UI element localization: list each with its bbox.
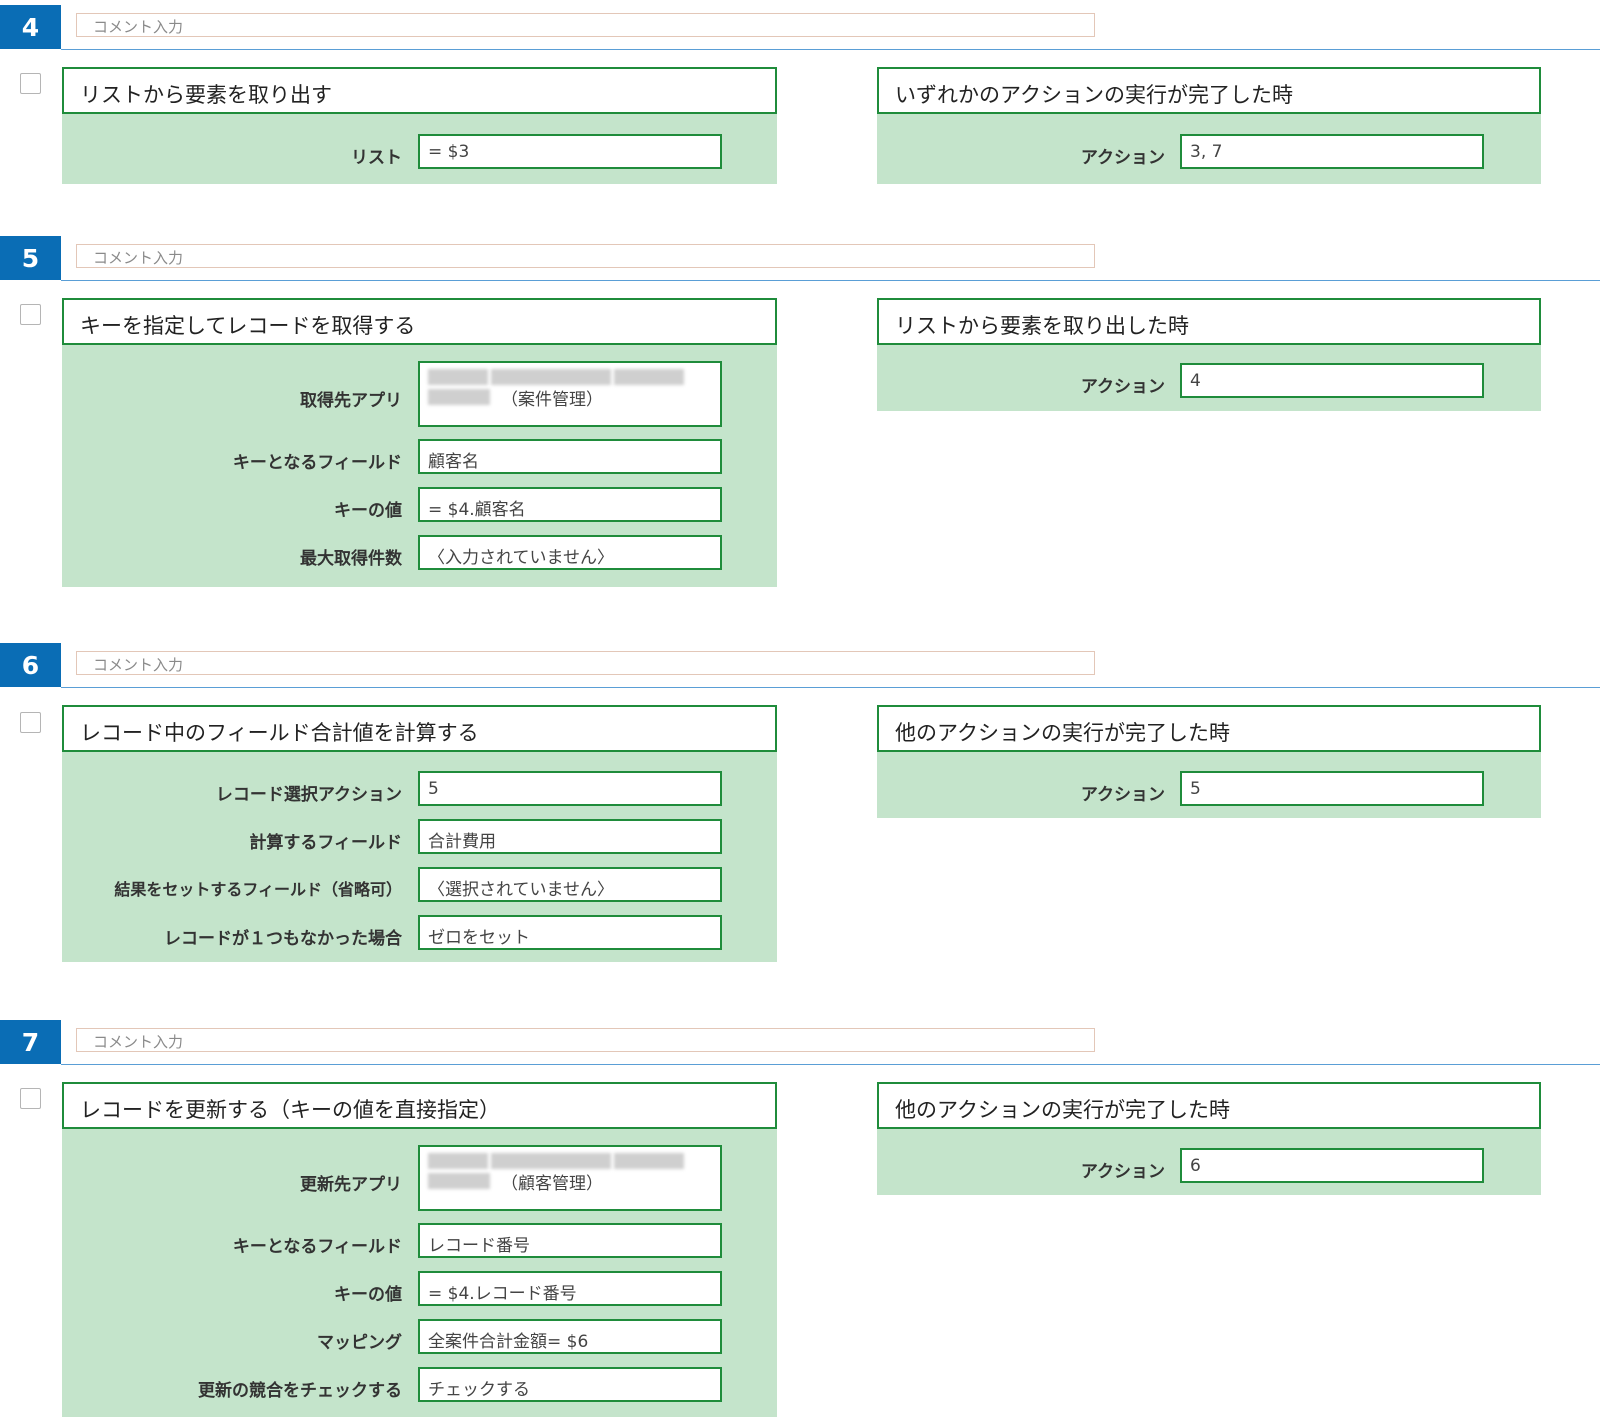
field-label: キーとなるフィールド xyxy=(232,453,402,473)
field-label: マッピング xyxy=(317,1333,402,1353)
comment-input[interactable]: コメント入力 xyxy=(76,1028,1095,1052)
field-label: 更新先アプリ xyxy=(300,1175,402,1195)
trigger-title[interactable]: 他のアクションの実行が完了した時 xyxy=(877,1082,1541,1129)
conflict-check-field[interactable]: チェックする xyxy=(418,1367,722,1402)
result-field[interactable]: 〈選択されていません〉 xyxy=(418,867,722,902)
step-checkbox[interactable] xyxy=(20,73,41,94)
step-number: 5 xyxy=(0,236,61,280)
field-label: アクション xyxy=(1080,377,1165,397)
field-label: キーの値 xyxy=(334,501,402,521)
action-field[interactable]: 5 xyxy=(1180,771,1484,806)
blurred-app-id: （案件管理） xyxy=(428,387,720,410)
key-field[interactable]: レコード番号 xyxy=(418,1223,722,1258)
action-panel: リストから要素を取り出す リスト = $3 xyxy=(62,67,777,184)
divider xyxy=(61,49,1600,50)
field-label: 結果をセットするフィールド（省略可） xyxy=(114,880,402,899)
divider xyxy=(61,1064,1600,1065)
field-label: アクション xyxy=(1080,1162,1165,1182)
field-label: キーの値 xyxy=(334,1285,402,1305)
action-panel: レコード中のフィールド合計値を計算する レコード選択アクション 5 計算するフィ… xyxy=(62,705,777,962)
field-label: 取得先アプリ xyxy=(300,391,402,411)
action-field[interactable]: 4 xyxy=(1180,363,1484,398)
empty-case-field[interactable]: ゼロをセット xyxy=(418,915,722,950)
trigger-panel: いずれかのアクションの実行が完了した時 アクション 3, 7 xyxy=(877,67,1541,184)
action-field[interactable]: 6 xyxy=(1180,1148,1484,1183)
field-label: レコードが１つもなかった場合 xyxy=(164,929,402,949)
step-checkbox[interactable] xyxy=(20,1088,41,1109)
field-label: 計算するフィールド xyxy=(249,833,402,853)
blurred-app-id: （顧客管理） xyxy=(428,1171,720,1194)
action-panel: キーを指定してレコードを取得する 取得先アプリ （案件管理） キーとなるフィール… xyxy=(62,298,777,587)
field-label: アクション xyxy=(1080,785,1165,805)
key-value-field[interactable]: = $4.レコード番号 xyxy=(418,1271,722,1306)
app-name-suffix: （顧客管理） xyxy=(501,1173,603,1194)
divider xyxy=(61,280,1600,281)
comment-input[interactable]: コメント入力 xyxy=(76,651,1095,675)
field-label: キーとなるフィールド xyxy=(232,1237,402,1257)
trigger-panel: 他のアクションの実行が完了した時 アクション 6 xyxy=(877,1082,1541,1195)
action-title[interactable]: キーを指定してレコードを取得する xyxy=(62,298,777,345)
max-count-field[interactable]: 〈入力されていません〉 xyxy=(418,535,722,570)
field-label: 最大取得件数 xyxy=(300,549,402,569)
trigger-title[interactable]: リストから要素を取り出した時 xyxy=(877,298,1541,345)
action-title[interactable]: レコード中のフィールド合計値を計算する xyxy=(62,705,777,752)
step-checkbox[interactable] xyxy=(20,304,41,325)
comment-input[interactable]: コメント入力 xyxy=(76,244,1095,268)
app-name-suffix: （案件管理） xyxy=(501,389,603,410)
action-title[interactable]: レコードを更新する（キーの値を直接指定） xyxy=(62,1082,777,1129)
calc-field[interactable]: 合計費用 xyxy=(418,819,722,854)
key-value-field[interactable]: = $4.顧客名 xyxy=(418,487,722,522)
key-field[interactable]: 顧客名 xyxy=(418,439,722,474)
trigger-panel: リストから要素を取り出した時 アクション 4 xyxy=(877,298,1541,411)
step-checkbox[interactable] xyxy=(20,712,41,733)
field-label: レコード選択アクション xyxy=(215,785,402,805)
divider xyxy=(61,687,1600,688)
trigger-title[interactable]: 他のアクションの実行が完了した時 xyxy=(877,705,1541,752)
comment-input[interactable]: コメント入力 xyxy=(76,13,1095,37)
step-number: 4 xyxy=(0,5,61,49)
step-number: 6 xyxy=(0,643,61,687)
field-label: アクション xyxy=(1080,148,1165,168)
field-label: リスト xyxy=(351,148,402,168)
step-number: 7 xyxy=(0,1020,61,1064)
target-app-field[interactable]: （顧客管理） xyxy=(418,1145,722,1211)
record-select-field[interactable]: 5 xyxy=(418,771,722,806)
blurred-app-name xyxy=(428,367,720,387)
target-app-field[interactable]: （案件管理） xyxy=(418,361,722,427)
mapping-field[interactable]: 全案件合計金額= $6 xyxy=(418,1319,722,1354)
action-field[interactable]: 3, 7 xyxy=(1180,134,1484,169)
action-title[interactable]: リストから要素を取り出す xyxy=(62,67,777,114)
trigger-title[interactable]: いずれかのアクションの実行が完了した時 xyxy=(877,67,1541,114)
field-label: 更新の競合をチェックする xyxy=(198,1381,402,1401)
list-field[interactable]: = $3 xyxy=(418,134,722,169)
action-panel: レコードを更新する（キーの値を直接指定） 更新先アプリ （顧客管理） キーとなる… xyxy=(62,1082,777,1417)
blurred-app-name xyxy=(428,1151,720,1171)
trigger-panel: 他のアクションの実行が完了した時 アクション 5 xyxy=(877,705,1541,818)
